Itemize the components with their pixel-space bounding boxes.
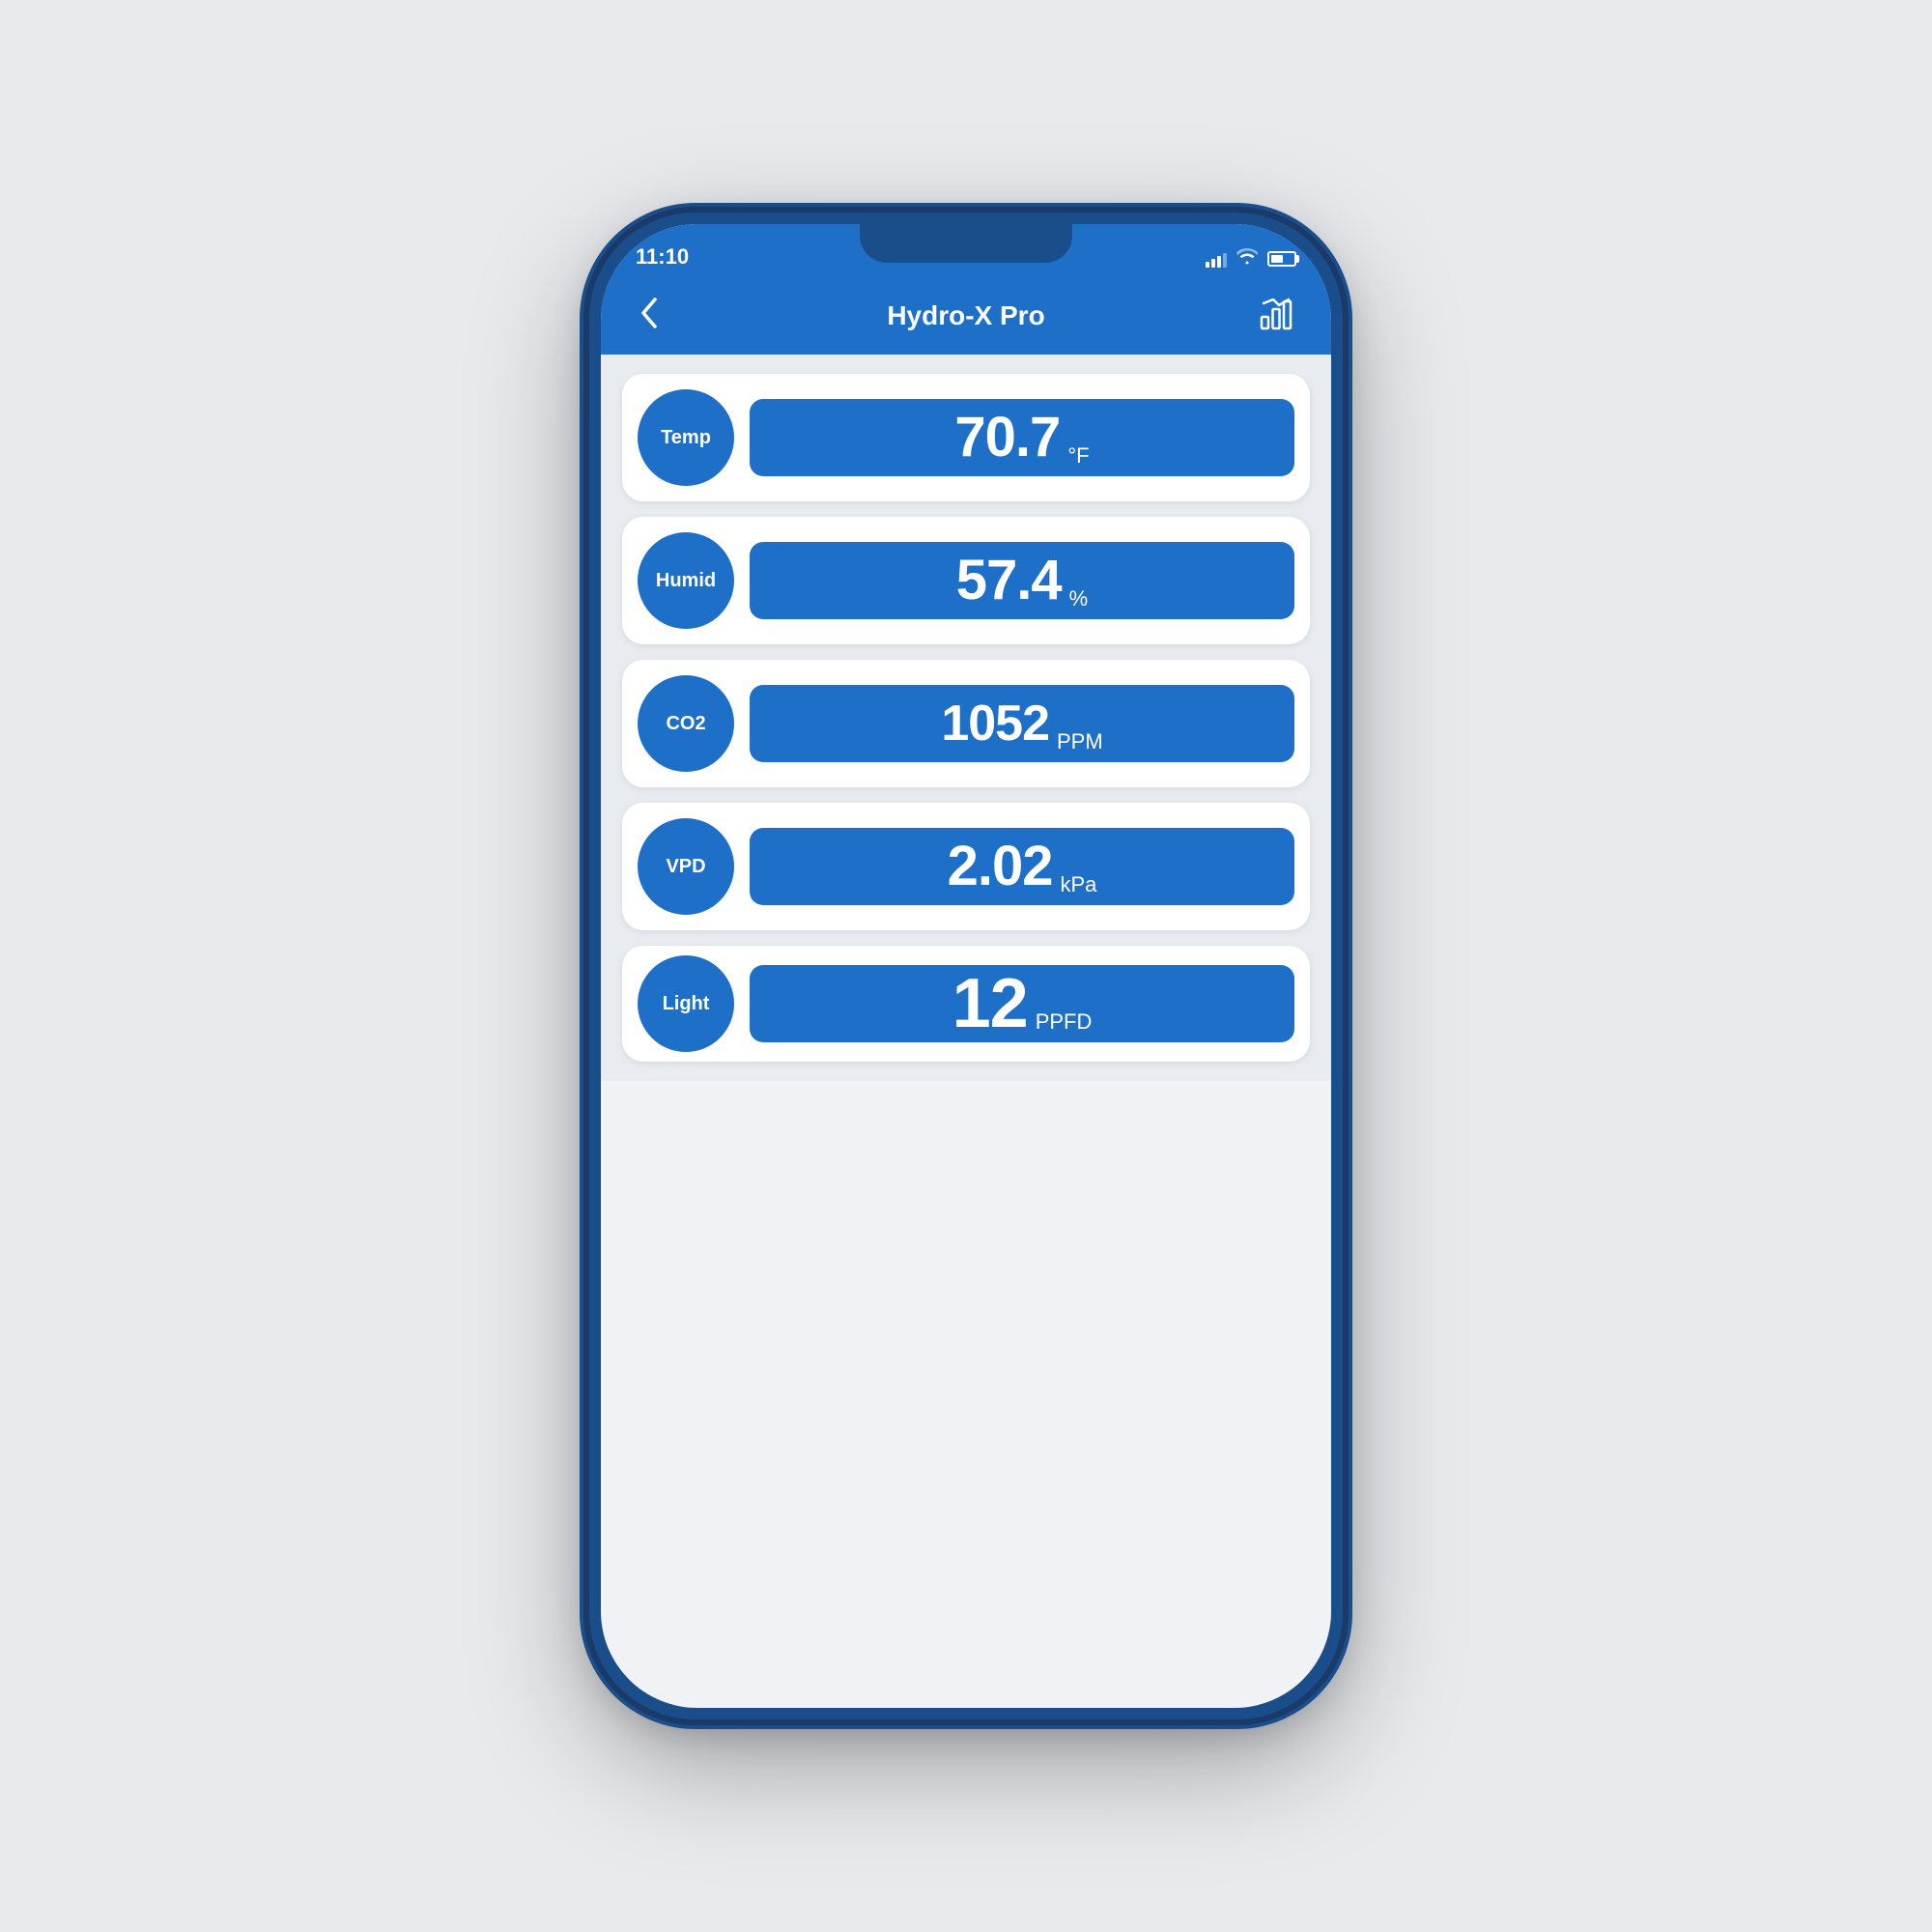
light-unit: PPFD xyxy=(1036,1009,1093,1042)
chart-button[interactable] xyxy=(1250,288,1302,345)
vpd-unit: kPa xyxy=(1060,872,1096,905)
nav-title: Hydro-X Pro xyxy=(887,300,1044,331)
scene: 11:10 xyxy=(0,0,1932,1932)
humid-value: 57.4 xyxy=(956,553,1062,609)
vpd-value: 2.02 xyxy=(948,838,1053,895)
vpd-circle: VPD xyxy=(638,818,734,915)
humid-value-box: 57.4 % xyxy=(750,542,1294,619)
temp-circle: Temp xyxy=(638,389,734,486)
temp-label: Temp xyxy=(661,427,711,449)
temp-value: 70.7 xyxy=(954,410,1060,466)
notch xyxy=(860,224,1072,263)
back-button[interactable] xyxy=(630,288,667,344)
light-label: Light xyxy=(663,993,710,1015)
co2-value-box: 1052 PPM xyxy=(750,685,1294,762)
vpd-card: VPD 2.02 kPa xyxy=(622,803,1310,930)
content: Temp 70.7 °F Humid 57.4 % xyxy=(601,355,1331,1081)
wifi-icon xyxy=(1236,247,1258,270)
light-circle: Light xyxy=(638,955,734,1052)
light-value: 12 xyxy=(952,969,1028,1038)
phone: 11:10 xyxy=(589,213,1343,1719)
nav-bar: Hydro-X Pro xyxy=(601,277,1331,355)
screen: 11:10 xyxy=(601,224,1331,1708)
temp-card: Temp 70.7 °F xyxy=(622,374,1310,501)
co2-card: CO2 1052 PPM xyxy=(622,660,1310,787)
humid-card: Humid 57.4 % xyxy=(622,517,1310,644)
co2-unit: PPM xyxy=(1057,729,1103,762)
humid-label: Humid xyxy=(656,570,716,592)
co2-circle: CO2 xyxy=(638,675,734,772)
temp-value-box: 70.7 °F xyxy=(750,399,1294,476)
temp-unit: °F xyxy=(1067,443,1089,476)
humid-unit: % xyxy=(1069,586,1089,619)
status-icons xyxy=(1206,247,1296,270)
battery-icon xyxy=(1267,251,1296,267)
co2-label: CO2 xyxy=(666,713,705,735)
vpd-label: VPD xyxy=(666,856,705,878)
vpd-value-box: 2.02 kPa xyxy=(750,828,1294,905)
signal-icon xyxy=(1206,250,1227,268)
light-card: Light 12 PPFD xyxy=(622,946,1310,1062)
co2-value: 1052 xyxy=(941,698,1049,749)
humid-circle: Humid xyxy=(638,532,734,629)
light-value-box: 12 PPFD xyxy=(750,965,1294,1042)
